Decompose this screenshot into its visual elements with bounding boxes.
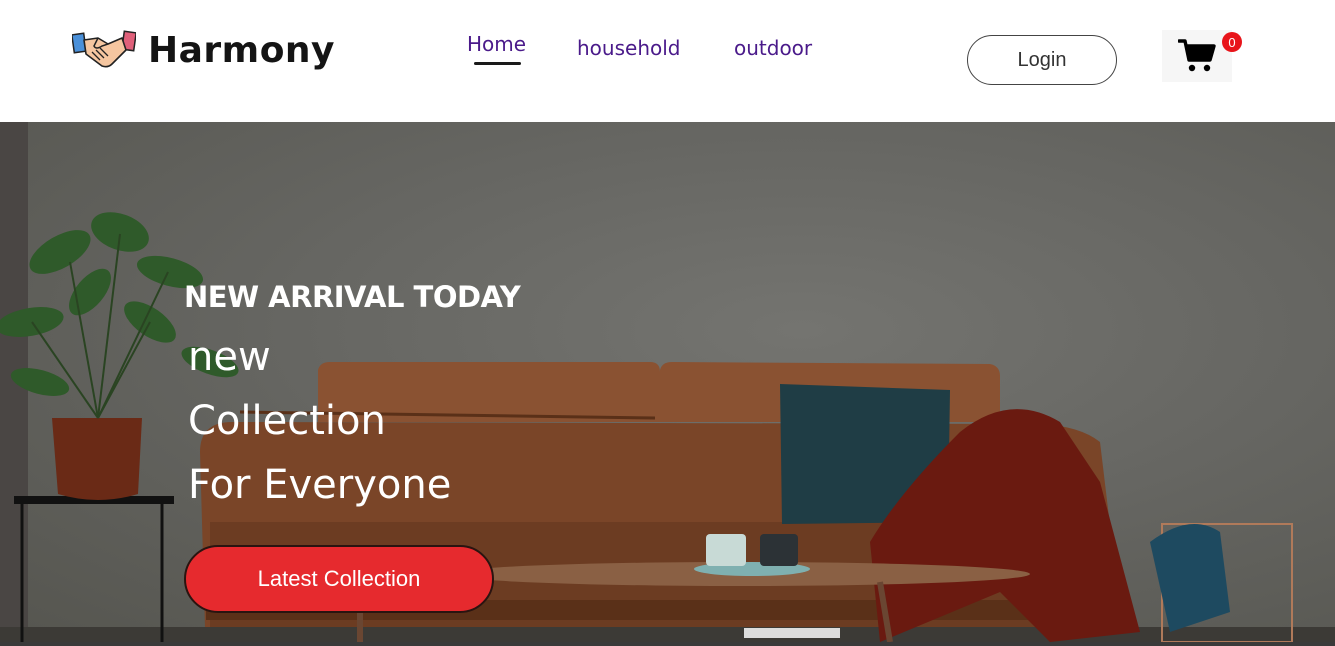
nav-outdoor-link[interactable]: outdoor (734, 36, 812, 60)
site-header: Harmony Home household outdoor Login 0 (0, 0, 1335, 122)
latest-collection-button[interactable]: Latest Collection (184, 545, 494, 613)
cart-button[interactable]: 0 (1162, 30, 1242, 82)
active-nav-indicator (474, 62, 521, 65)
hero-headline-line-1: new (188, 334, 271, 380)
nav-home-link[interactable]: Home (467, 32, 526, 56)
handshake-icon (72, 30, 136, 68)
brand-name: Harmony (148, 29, 336, 71)
hero-eyebrow: NEW ARRIVAL TODAY (184, 280, 521, 314)
hero-headline-line-3: For Everyone (188, 462, 452, 508)
page-bottom-divider (0, 642, 1335, 646)
brand-logo[interactable]: Harmony (72, 24, 335, 76)
shopping-cart-icon (1178, 39, 1216, 72)
hero-headline-line-2: Collection (188, 398, 386, 444)
hero-banner: NEW ARRIVAL TODAY new Collection For Eve… (0, 122, 1335, 642)
nav-household-link[interactable]: household (577, 36, 680, 60)
cart-count-badge: 0 (1222, 32, 1242, 52)
login-button[interactable]: Login (967, 35, 1117, 85)
